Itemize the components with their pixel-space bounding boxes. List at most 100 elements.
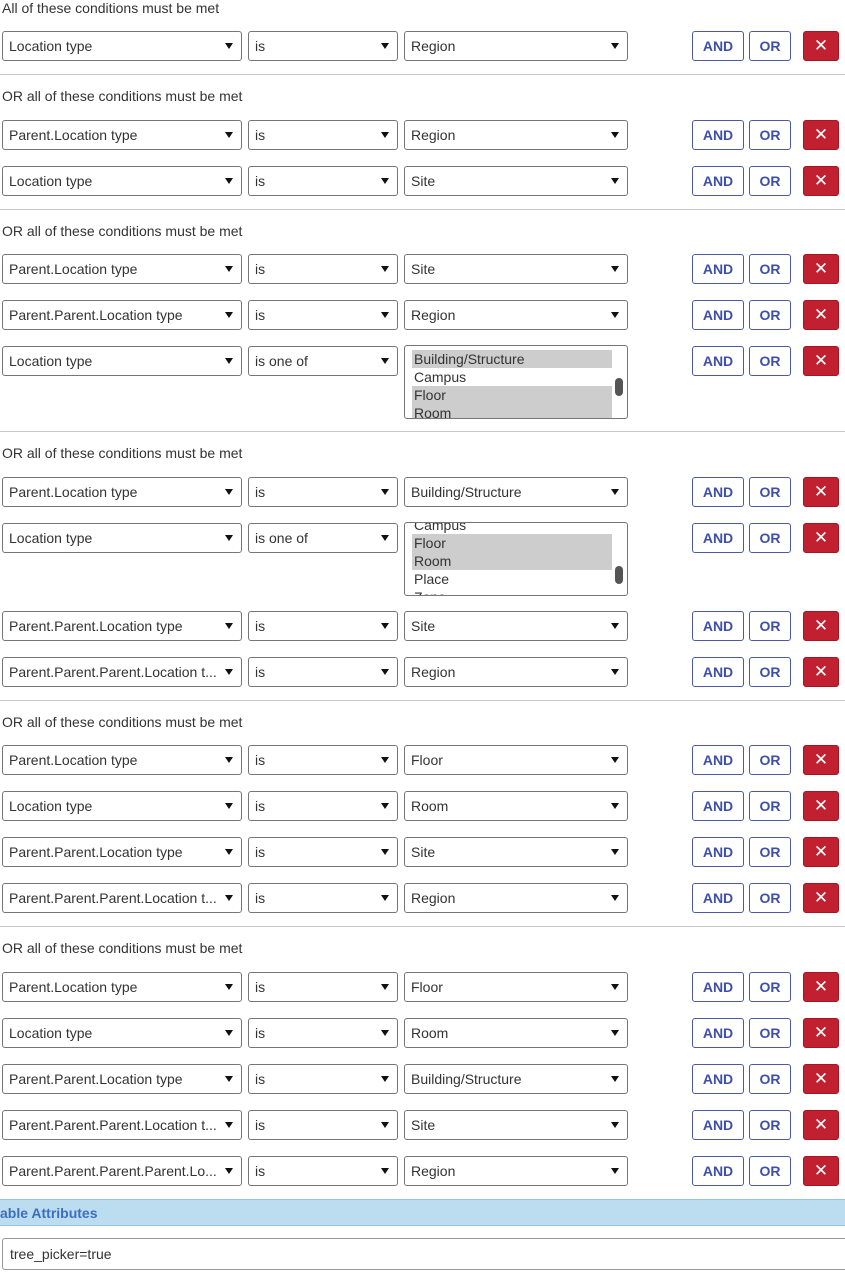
operator-select[interactable]: is [248,254,398,284]
operator-select[interactable]: is [248,477,398,507]
and-button[interactable]: AND [692,166,744,196]
and-button[interactable]: AND [692,300,744,330]
scrollbar-thumb[interactable] [615,566,623,584]
or-button[interactable]: OR [749,1064,791,1094]
delete-condition-button[interactable]: ✕ [803,346,839,376]
or-button[interactable]: OR [749,300,791,330]
or-button[interactable]: OR [749,120,791,150]
delete-condition-button[interactable]: ✕ [803,523,839,553]
and-button[interactable]: AND [692,1156,744,1186]
field-select[interactable]: Parent.Location type [2,477,242,507]
operator-select[interactable]: is [248,657,398,687]
or-button[interactable]: OR [749,745,791,775]
field-select[interactable]: Parent.Location type [2,254,242,284]
list-option[interactable]: Floor [412,534,612,552]
field-select[interactable]: Parent.Parent.Location type [2,300,242,330]
delete-condition-button[interactable]: ✕ [803,657,839,687]
delete-condition-button[interactable]: ✕ [803,883,839,913]
value-select[interactable]: Region [404,657,628,687]
value-select[interactable]: Region [404,300,628,330]
list-option[interactable]: Campus [412,368,612,386]
operator-select[interactable]: is [248,166,398,196]
operator-select[interactable]: is [248,120,398,150]
value-select[interactable]: Room [404,1018,628,1048]
delete-condition-button[interactable]: ✕ [803,837,839,867]
field-select[interactable]: Location type [2,346,242,376]
field-select[interactable]: Parent.Parent.Location type [2,611,242,641]
field-select[interactable]: Location type [2,166,242,196]
delete-condition-button[interactable]: ✕ [803,477,839,507]
list-option[interactable]: Room [412,552,612,570]
delete-condition-button[interactable]: ✕ [803,972,839,1002]
operator-select[interactable]: is [248,883,398,913]
delete-condition-button[interactable]: ✕ [803,254,839,284]
operator-select[interactable]: is [248,1156,398,1186]
delete-condition-button[interactable]: ✕ [803,300,839,330]
or-button[interactable]: OR [749,31,791,61]
and-button[interactable]: AND [692,1018,744,1048]
and-button[interactable]: AND [692,254,744,284]
list-option[interactable]: Place [412,570,612,588]
and-button[interactable]: AND [692,1064,744,1094]
or-button[interactable]: OR [749,523,791,553]
and-button[interactable]: AND [692,837,744,867]
or-button[interactable]: OR [749,657,791,687]
field-select[interactable]: Parent.Parent.Location type [2,1064,242,1094]
list-option[interactable]: Campus [412,523,612,534]
or-button[interactable]: OR [749,972,791,1002]
and-button[interactable]: AND [692,657,744,687]
delete-condition-button[interactable]: ✕ [803,611,839,641]
operator-select[interactable]: is [248,611,398,641]
or-button[interactable]: OR [749,791,791,821]
field-select[interactable]: Location type [2,791,242,821]
or-button[interactable]: OR [749,883,791,913]
delete-condition-button[interactable]: ✕ [803,791,839,821]
value-select[interactable]: Floor [404,745,628,775]
and-button[interactable]: AND [692,346,744,376]
field-select[interactable]: Parent.Parent.Parent.Location t... [2,1110,242,1140]
value-select[interactable]: Region [404,883,628,913]
value-select[interactable]: Region [404,31,628,61]
value-select[interactable]: Site [404,254,628,284]
and-button[interactable]: AND [692,611,744,641]
or-button[interactable]: OR [749,837,791,867]
field-select[interactable]: Location type [2,1018,242,1048]
list-option[interactable]: Floor [412,386,612,404]
field-select[interactable]: Parent.Location type [2,120,242,150]
field-select[interactable]: Parent.Parent.Location type [2,837,242,867]
operator-select[interactable]: is [248,300,398,330]
value-select[interactable]: Room [404,791,628,821]
value-select[interactable]: Region [404,120,628,150]
or-button[interactable]: OR [749,1156,791,1186]
field-select[interactable]: Parent.Parent.Parent.Location t... [2,657,242,687]
value-multiselect[interactable]: Campus Floor Room Place Zone [404,522,628,596]
or-button[interactable]: OR [749,254,791,284]
list-option[interactable]: Zone [412,588,612,595]
and-button[interactable]: AND [692,745,744,775]
delete-condition-button[interactable]: ✕ [803,120,839,150]
value-select[interactable]: Floor [404,972,628,1002]
value-select[interactable]: Site [404,166,628,196]
field-select[interactable]: Location type [2,31,242,61]
field-select[interactable]: Location type [2,523,242,553]
value-select[interactable]: Region [404,1156,628,1186]
operator-select[interactable]: is [248,972,398,1002]
list-option[interactable]: Room [412,404,612,418]
or-button[interactable]: OR [749,166,791,196]
operator-select[interactable]: is [248,745,398,775]
and-button[interactable]: AND [692,120,744,150]
value-multiselect[interactable]: Building/Structure Campus Floor Room [404,345,628,419]
field-select[interactable]: Parent.Parent.Parent.Parent.Lo... [2,1156,242,1186]
operator-select[interactable]: is [248,837,398,867]
and-button[interactable]: AND [692,1110,744,1140]
operator-select[interactable]: is one of [248,523,398,553]
and-button[interactable]: AND [692,31,744,61]
operator-select[interactable]: is [248,1064,398,1094]
and-button[interactable]: AND [692,477,744,507]
operator-select[interactable]: is [248,1018,398,1048]
and-button[interactable]: AND [692,791,744,821]
or-button[interactable]: OR [749,477,791,507]
or-button[interactable]: OR [749,346,791,376]
delete-condition-button[interactable]: ✕ [803,166,839,196]
field-select[interactable]: Parent.Location type [2,745,242,775]
